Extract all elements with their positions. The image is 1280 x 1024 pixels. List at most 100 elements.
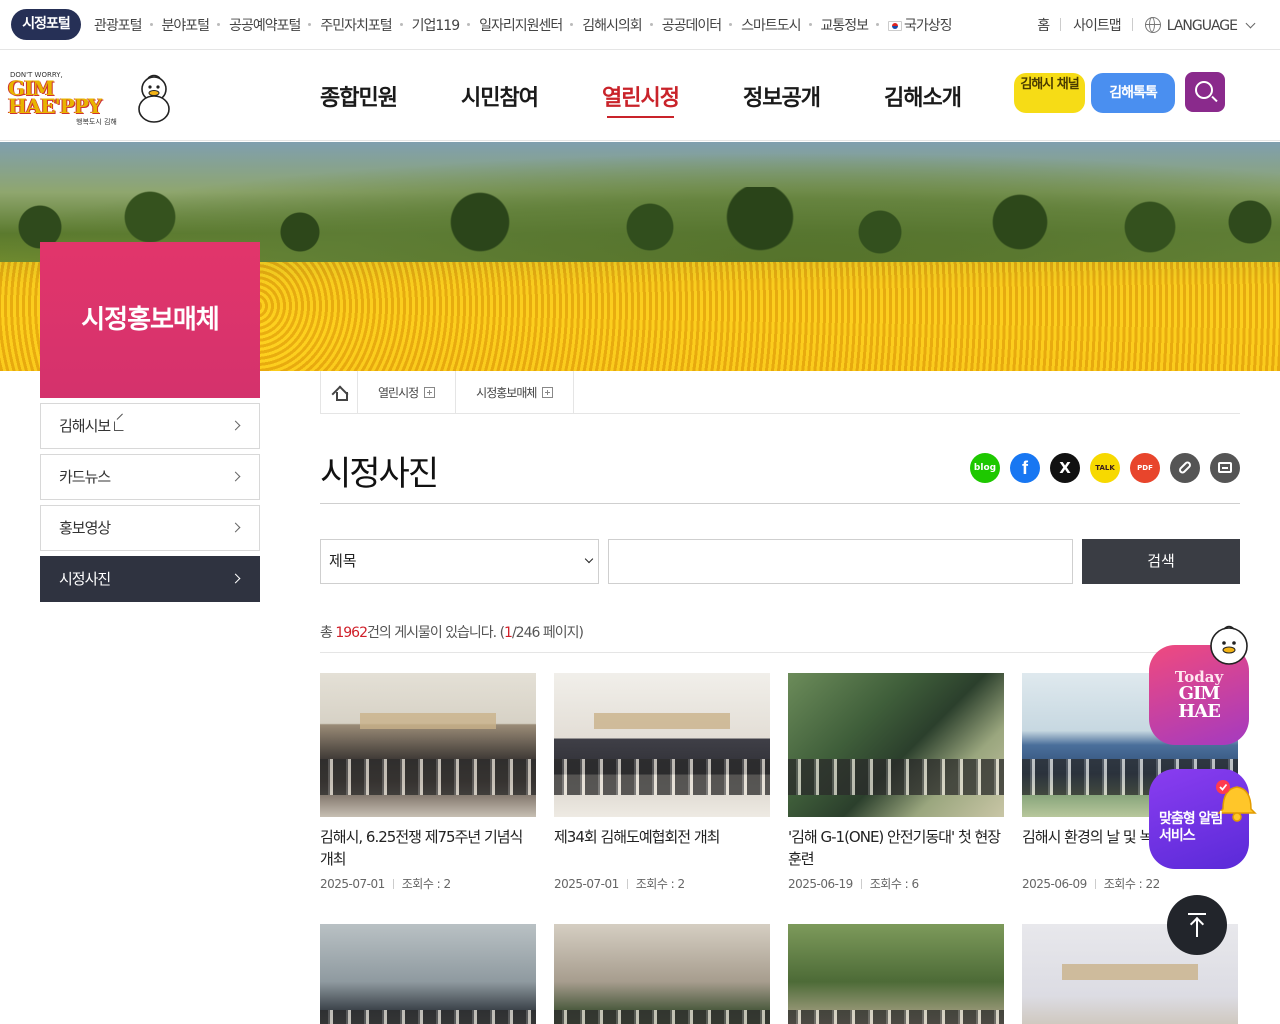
sidebar-item-promo-video[interactable]: 홍보영상 xyxy=(40,505,260,551)
gallery-card[interactable] xyxy=(554,924,770,1024)
main-navigation: 종합민원 시민참여 열린시정 정보공개 김해소개 xyxy=(288,51,993,141)
gallery-thumbnail[interactable] xyxy=(320,673,536,817)
portal-link-autonomy[interactable]: 주민자치포털 xyxy=(308,15,401,35)
count-suffix: /246 페이지) xyxy=(511,625,584,641)
x-share-button[interactable]: X xyxy=(1050,453,1080,483)
home-link[interactable]: 홈 xyxy=(1025,15,1062,35)
sidebar-item-city-photos[interactable]: 시정사진 xyxy=(40,556,260,602)
gallery-thumbnail[interactable] xyxy=(788,673,1004,817)
page-title: 시정사진 xyxy=(320,454,439,494)
city-portal-badge[interactable]: 시정포털 xyxy=(11,9,81,40)
gallery-thumbnail[interactable] xyxy=(320,924,536,1024)
back-to-top-button[interactable] xyxy=(1167,895,1227,955)
portal-link-field[interactable]: 분야포털 xyxy=(149,15,220,35)
gallery-card[interactable]: 제34회 김해도예협회전 개최 2025-07-01 조회수 : 2 xyxy=(554,673,770,892)
portal-link-jobs[interactable]: 일자리지원센터 xyxy=(467,15,572,35)
gallery-card[interactable]: '김해 G-1(ONE) 안전기동대' 첫 현장 훈련 2025-06-19 조회… xyxy=(788,673,1004,892)
custom-alert-service-widget[interactable]: 맞춤형 알림 서비스 xyxy=(1149,769,1257,869)
chevron-down-icon xyxy=(1245,18,1256,28)
search-button[interactable]: 검색 xyxy=(1082,539,1240,584)
thumbnail-decor xyxy=(320,759,536,795)
facebook-share-button[interactable]: f xyxy=(1010,453,1040,483)
header-search-button[interactable] xyxy=(1185,72,1225,112)
language-select[interactable]: LANGUAGE xyxy=(1133,16,1266,34)
naver-blog-share-button[interactable]: blog xyxy=(970,453,1000,483)
sitemap-link[interactable]: 사이트맵 xyxy=(1061,15,1133,35)
utility-bar: 시정포털 관광포털 분야포털 공공예약포털 주민자치포털 기업119 일자리지원… xyxy=(0,0,1280,50)
gallery-thumbnail[interactable] xyxy=(554,673,770,817)
thumbnail-decor xyxy=(788,1010,1004,1024)
breadcrumb-home[interactable] xyxy=(320,370,358,414)
alert-service-label: 맞춤형 알림 서비스 xyxy=(1159,811,1223,844)
utility-right: 홈 사이트맵 LANGUAGE xyxy=(1025,0,1266,50)
portal-link-business[interactable]: 기업119 xyxy=(399,15,469,35)
gimhae-channel-button[interactable]: 김해시 채널 xyxy=(1014,73,1085,113)
portal-link-traffic[interactable]: 교통정보 xyxy=(808,15,879,35)
language-label: LANGUAGE xyxy=(1166,17,1238,34)
breadcrumb-label: 시정홍보매체 xyxy=(476,385,537,400)
sidebar-menu: 김해시보 카드뉴스 홍보영상 시정사진 xyxy=(40,403,260,607)
card-views: 2 xyxy=(443,877,452,891)
nav-item-civil-service[interactable]: 종합민원 xyxy=(288,80,429,112)
card-views: 2 xyxy=(677,877,686,891)
site-logo[interactable]: DON'T WORRY, GIM HAE'PPY 행복도시 김해 xyxy=(8,71,178,129)
sidebar-item-city-newsletter[interactable]: 김해시보 xyxy=(40,403,260,449)
print-button[interactable] xyxy=(1210,453,1240,483)
nav-item-information[interactable]: 정보공개 xyxy=(711,80,852,112)
pdf-download-button[interactable]: PDF xyxy=(1130,453,1160,483)
post-count: 총 1962건의 게시물이 있습니다. (1/246 페이지) xyxy=(320,622,584,642)
sidebar-item-label: 시정사진 xyxy=(59,570,111,588)
thumbnail-decor xyxy=(788,759,1004,795)
count-total: 1962 xyxy=(335,625,368,641)
kakaotalk-share-button[interactable]: TALK xyxy=(1090,453,1120,483)
card-views: 22 xyxy=(1145,877,1161,891)
gallery-card-meta: 2025-06-19 조회수 : 6 xyxy=(788,875,1004,892)
gallery-card[interactable] xyxy=(320,924,536,1024)
breadcrumb-item-open-administration[interactable]: 열린시정 xyxy=(358,370,457,414)
gallery-card-title[interactable]: '김해 G-1(ONE) 안전기동대' 첫 현장 훈련 xyxy=(788,826,1004,870)
globe-icon xyxy=(1144,16,1161,33)
gallery-card-title[interactable]: 김해시, 6.25전쟁 제75주년 기념식 개최 xyxy=(320,826,536,870)
logo-wordmark-line2: HAE'PPY xyxy=(8,94,102,118)
meta-divider xyxy=(1094,879,1096,889)
link-icon xyxy=(1177,460,1193,475)
search-select-value: 제목 xyxy=(329,552,357,570)
korean-flag-icon xyxy=(888,21,903,31)
thumbnail-decor xyxy=(554,1010,770,1024)
thumbnail-decor xyxy=(554,759,770,795)
external-link-icon xyxy=(114,421,125,431)
nav-item-open-administration[interactable]: 열린시정 xyxy=(570,80,711,118)
portal-link-reservation[interactable]: 공공예약포털 xyxy=(217,15,310,35)
copy-link-button[interactable] xyxy=(1170,453,1200,483)
gallery-card[interactable]: 김해시, 6.25전쟁 제75주년 기념식 개최 2025-07-01 조회수 :… xyxy=(320,673,536,892)
portal-link-national-symbol[interactable]: 국가상징 xyxy=(876,15,962,35)
portal-link-opendata[interactable]: 공공데이터 xyxy=(649,15,731,35)
search-field-select[interactable]: 제목 xyxy=(320,539,599,584)
portal-link-council[interactable]: 김해시의회 xyxy=(570,15,651,35)
meta-divider xyxy=(626,879,628,889)
card-date: 2025-06-19 xyxy=(788,877,853,891)
chevron-down-icon xyxy=(584,554,594,564)
gallery-card-title[interactable]: 제34회 김해도예협회전 개최 xyxy=(554,826,770,870)
mascot-duck-icon xyxy=(1210,625,1248,665)
expand-plus-icon xyxy=(424,386,436,398)
portal-link-smartcity[interactable]: 스마트도시 xyxy=(729,15,810,35)
gimhae-talk-button[interactable]: 김해톡톡 xyxy=(1091,73,1175,113)
card-views-label: 조회수 : xyxy=(635,877,678,891)
gallery-card[interactable] xyxy=(788,924,1004,1024)
logo-wordmark: GIM HAE'PPY xyxy=(8,78,102,118)
portal-link-tourism[interactable]: 관광포털 xyxy=(84,15,152,35)
thumbnail-decor xyxy=(594,713,730,729)
nav-item-participation[interactable]: 시민참여 xyxy=(429,80,570,112)
gallery-thumbnail[interactable] xyxy=(554,924,770,1024)
gallery-thumbnail[interactable] xyxy=(788,924,1004,1024)
card-date: 2025-07-01 xyxy=(320,877,385,891)
sidebar-item-label: 김해시보 xyxy=(59,417,111,435)
gallery-card-meta: 2025-06-09 조회수 : 22 xyxy=(1022,875,1238,892)
search-input[interactable] xyxy=(608,539,1073,584)
sidebar-item-label: 홍보영상 xyxy=(59,519,111,537)
card-views: 6 xyxy=(911,877,920,891)
nav-item-about-gimhae[interactable]: 김해소개 xyxy=(852,80,993,112)
breadcrumb-item-promo-media[interactable]: 시정홍보매체 xyxy=(456,370,575,414)
sidebar-item-card-news[interactable]: 카드뉴스 xyxy=(40,454,260,500)
